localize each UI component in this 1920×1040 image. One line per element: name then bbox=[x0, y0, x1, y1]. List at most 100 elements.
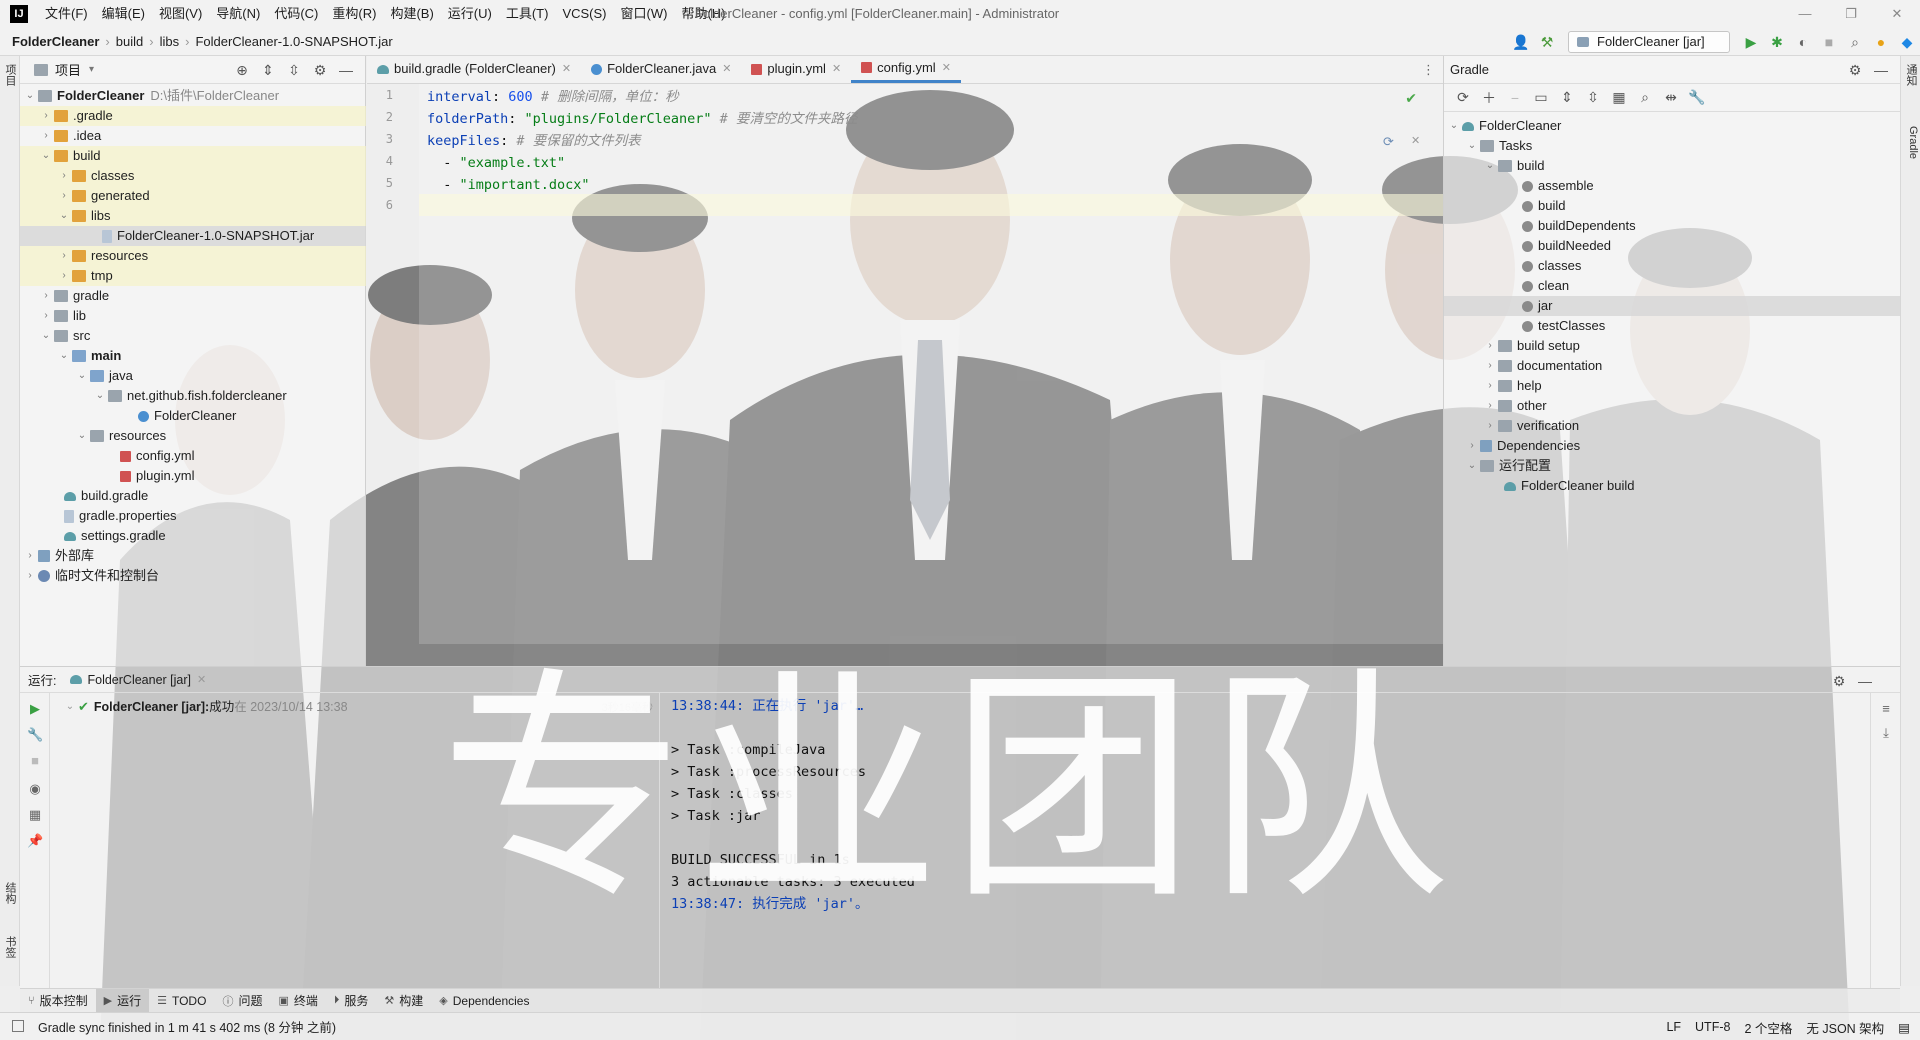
run-tab[interactable]: FolderCleaner [jar] ✕ bbox=[70, 673, 206, 687]
layout-icon[interactable]: ▦ bbox=[27, 807, 43, 823]
chevron-down-icon[interactable]: ⌄ bbox=[22, 86, 38, 106]
breadcrumb-libs[interactable]: libs bbox=[154, 34, 180, 49]
tree-item-build-gradle[interactable]: build.gradle bbox=[64, 486, 148, 506]
menu-build[interactable]: 构建(B) bbox=[383, 0, 440, 28]
tree-item-plugin-yml[interactable]: plugin.yml bbox=[120, 466, 195, 486]
toggle-offline-icon[interactable]: ⇹ bbox=[1658, 89, 1684, 106]
chevron-right-icon[interactable]: › bbox=[1482, 376, 1498, 396]
tree-item-tmp[interactable]: › tmp bbox=[20, 266, 366, 286]
tool-build[interactable]: ⚒ 构建 bbox=[376, 989, 431, 1013]
chevron-down-icon[interactable]: ⌄ bbox=[1482, 156, 1498, 176]
refresh-icon[interactable]: ⟳ bbox=[1450, 89, 1476, 106]
chevron-down-icon[interactable]: ⌄ bbox=[74, 426, 90, 446]
menu-run[interactable]: 运行(U) bbox=[441, 0, 499, 28]
chevron-right-icon[interactable]: › bbox=[1482, 416, 1498, 436]
chevron-right-icon[interactable]: › bbox=[56, 246, 72, 266]
breadcrumb-build[interactable]: build bbox=[110, 34, 143, 49]
gradle-task-clean[interactable]: clean bbox=[1522, 276, 1569, 296]
gradle-task-build[interactable]: build bbox=[1522, 196, 1565, 216]
tree-item-resources[interactable]: ⌄ resources bbox=[74, 426, 166, 446]
tree-item-resources-build[interactable]: › resources bbox=[20, 246, 366, 266]
gradle-item-help[interactable]: › help bbox=[1482, 376, 1541, 396]
restore-button[interactable]: ❐ bbox=[1828, 0, 1874, 28]
plugin-icon[interactable]: ◆ bbox=[1895, 30, 1919, 54]
tree-item-jar-file[interactable]: FolderCleaner-1.0-SNAPSHOT.jar bbox=[20, 226, 366, 246]
chevron-right-icon[interactable]: › bbox=[1482, 396, 1498, 416]
hammer-build-icon[interactable]: ⚒ bbox=[1535, 30, 1559, 54]
hide-panel-icon[interactable]: — bbox=[333, 62, 359, 78]
close-tab-icon[interactable]: ✕ bbox=[197, 673, 206, 686]
tree-item-idea[interactable]: › .idea bbox=[38, 126, 101, 146]
tree-item-java[interactable]: ⌄ java bbox=[74, 366, 133, 386]
tree-item-package[interactable]: ⌄ net.github.fish.foldercleaner bbox=[92, 386, 287, 406]
user-icon[interactable]: 👤 bbox=[1509, 30, 1533, 54]
chevron-down-icon[interactable]: ⌄ bbox=[1446, 116, 1462, 136]
bookmarks-tool-tab[interactable]: 书签 bbox=[2, 936, 18, 958]
gradle-item-tasks[interactable]: ⌄ Tasks bbox=[1464, 136, 1532, 156]
menu-tools[interactable]: 工具(T) bbox=[499, 0, 556, 28]
chevron-down-icon[interactable]: ⌄ bbox=[1464, 136, 1480, 156]
stop-icon[interactable]: ■ bbox=[1817, 30, 1841, 54]
tool-todo[interactable]: ☰ TODO bbox=[149, 989, 214, 1013]
tree-item-class-file[interactable]: FolderCleaner bbox=[138, 406, 236, 426]
tool-version-control[interactable]: ⑂ 版本控制 bbox=[20, 989, 96, 1013]
gradle-run-config-build[interactable]: FolderCleaner build bbox=[1504, 476, 1634, 496]
gradle-task-test-classes[interactable]: testClasses bbox=[1522, 316, 1605, 336]
menu-window[interactable]: 窗口(W) bbox=[614, 0, 675, 28]
tool-terminal[interactable]: ▣ 终端 bbox=[270, 989, 325, 1013]
tool-run[interactable]: ▶ 运行 bbox=[95, 988, 150, 1013]
group-icon[interactable]: ▦ bbox=[1606, 89, 1632, 106]
gradle-item-build-setup[interactable]: › build setup bbox=[1482, 336, 1580, 356]
gradle-item-documentation[interactable]: › documentation bbox=[1482, 356, 1602, 376]
tree-item-scratches[interactable]: › 临时文件和控制台 bbox=[22, 566, 159, 586]
eye-icon[interactable]: ◉ bbox=[27, 781, 43, 797]
gradle-item-build-group[interactable]: ⌄ build bbox=[1482, 156, 1545, 176]
chevron-right-icon[interactable]: › bbox=[22, 546, 38, 566]
expand-all-icon[interactable]: ⇕ bbox=[255, 62, 281, 79]
chevron-right-icon[interactable]: › bbox=[38, 106, 54, 126]
gear-icon[interactable]: ⚙ bbox=[1842, 62, 1868, 79]
menu-vcs[interactable]: VCS(S) bbox=[555, 0, 613, 28]
minimize-button[interactable]: — bbox=[1782, 0, 1828, 28]
chevron-right-icon[interactable]: › bbox=[38, 286, 54, 306]
gradle-item-other[interactable]: › other bbox=[1482, 396, 1546, 416]
collapse-all-icon[interactable]: ⇳ bbox=[281, 62, 307, 79]
chevron-down-icon[interactable]: ⌄ bbox=[62, 697, 78, 717]
run-icon[interactable]: ▶ bbox=[1739, 30, 1763, 54]
gear-icon[interactable]: ⚙ bbox=[307, 62, 333, 79]
soft-wrap-icon[interactable]: ≡ bbox=[1878, 701, 1894, 717]
remove-icon[interactable]: − bbox=[1502, 90, 1528, 106]
debug-icon[interactable]: ✱ bbox=[1765, 30, 1789, 54]
chevron-down-icon[interactable]: ⌄ bbox=[74, 366, 90, 386]
project-tool-tab[interactable]: 项目 bbox=[2, 64, 18, 86]
tree-item-root[interactable]: ⌄ FolderCleaner D:\插件\FolderCleaner bbox=[22, 86, 362, 106]
tree-item-gradle-dir[interactable]: › .gradle bbox=[20, 106, 366, 126]
chevron-down-icon[interactable]: ⌄ bbox=[56, 346, 72, 366]
gear-icon[interactable]: ⚙ bbox=[1826, 673, 1852, 690]
tasks-icon[interactable]: ▭ bbox=[1528, 89, 1554, 106]
close-tab-icon[interactable]: ✕ bbox=[832, 55, 841, 83]
tab-build-gradle[interactable]: build.gradle (FolderCleaner) ✕ bbox=[367, 55, 581, 83]
chevron-right-icon[interactable]: › bbox=[1464, 436, 1480, 456]
chevron-right-icon[interactable]: › bbox=[38, 126, 54, 146]
chevron-right-icon[interactable]: › bbox=[56, 266, 72, 286]
intellij-logo-icon[interactable]: IJ bbox=[10, 5, 28, 23]
gradle-task-assemble[interactable]: assemble bbox=[1522, 176, 1594, 196]
hide-panel-icon[interactable]: — bbox=[1868, 62, 1894, 78]
tree-item-main[interactable]: ⌄ main bbox=[56, 346, 122, 366]
search-icon[interactable]: ⌕ bbox=[1843, 30, 1867, 54]
memory-indicator-icon[interactable]: ▤ bbox=[1898, 1020, 1910, 1035]
notifications-tool-tab[interactable]: 通知 bbox=[1903, 64, 1919, 86]
run-config-selector[interactable]: FolderCleaner [jar] bbox=[1568, 31, 1730, 53]
no-problems-check-icon[interactable]: ✔ bbox=[1405, 90, 1417, 107]
gradle-item-project[interactable]: ⌄ FolderCleaner bbox=[1446, 116, 1562, 136]
tab-folder-cleaner-java[interactable]: FolderCleaner.java ✕ bbox=[581, 55, 741, 83]
tree-item-external-libs[interactable]: › 外部库 bbox=[22, 546, 94, 566]
tool-dependencies[interactable]: ◈ Dependencies bbox=[431, 989, 537, 1013]
close-icon[interactable]: ✕ bbox=[1411, 134, 1420, 147]
chevron-down-icon[interactable]: ⌄ bbox=[92, 386, 108, 406]
tree-item-gradle-properties[interactable]: gradle.properties bbox=[64, 506, 177, 526]
code-editor[interactable]: interval: 600 # 删除间隔，单位：秒 folderPath: "p… bbox=[419, 84, 1443, 644]
chevron-right-icon[interactable]: › bbox=[22, 566, 38, 586]
tool-services[interactable]: ⏵ 服务 bbox=[326, 989, 377, 1013]
